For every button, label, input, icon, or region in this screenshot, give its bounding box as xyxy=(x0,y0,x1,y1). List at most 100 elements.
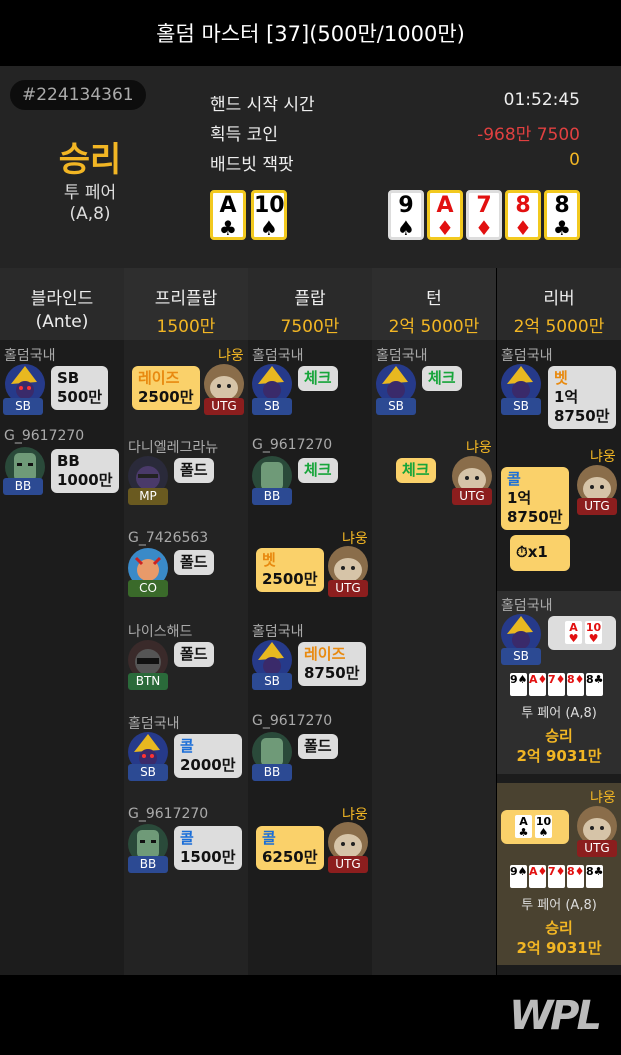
column-header-turn: 턴 2억 5000만 xyxy=(372,268,496,340)
position-badge: UTG xyxy=(577,498,617,515)
board-card: 9 ♠ xyxy=(388,190,424,240)
position-badge: BB xyxy=(252,764,292,781)
action-bubble: 레이즈 8750만 xyxy=(298,642,366,686)
shown-card: A ♣ xyxy=(515,815,532,838)
column-header-blinds: 블라인드 (Ante) xyxy=(0,268,124,340)
position-badge: UTG xyxy=(328,856,368,873)
showdown-amount: 2억 9031만 xyxy=(516,747,602,765)
player-name: G_9617270 xyxy=(252,713,333,729)
player-name: 홀덤국내 xyxy=(4,348,56,364)
footer: WPL xyxy=(0,975,621,1055)
board-mini-card: 9♠ xyxy=(510,865,528,888)
position-badge: SB xyxy=(501,398,541,415)
player-name: 냐웅 xyxy=(590,449,616,465)
position-badge: SB xyxy=(252,398,292,415)
position-badge: CO xyxy=(128,580,168,597)
wpl-logo: WPL xyxy=(509,993,602,1039)
player-name: G_7426563 xyxy=(128,530,209,546)
showdown-hand: 투 페어 (A,8) xyxy=(521,898,597,913)
coin-value: -968만 7500 xyxy=(477,125,580,145)
position-badge: BB xyxy=(3,478,43,495)
player-name: 홀덤국내 xyxy=(128,716,180,732)
action-bubble: 폴드 xyxy=(174,550,214,575)
player-name: 홀덤국내 xyxy=(252,348,304,364)
board-mini-card: 8♣ xyxy=(586,865,604,888)
start-time-label: 핸드 시작 시간 xyxy=(210,95,315,115)
window-title: 홀덤 마스터 [37](500만/1000만) xyxy=(156,22,465,46)
jackpot-row: 배드빗 잭팟 0 xyxy=(210,150,580,175)
board-mini-card: 9♠ xyxy=(510,673,528,696)
start-time-row: 핸드 시작 시간 01:52:45 xyxy=(210,90,580,115)
hand-summary: #224134361 승리 투 페어 (A,8) 핸드 시작 시간 01:52:4… xyxy=(0,66,621,268)
position-badge: UTG xyxy=(204,398,244,415)
player-name: 냐웅 xyxy=(342,531,368,547)
column-header-flop: 플랍 7500만 xyxy=(248,268,372,340)
board-card: 8 ♦ xyxy=(505,190,541,240)
player-name: G_9617270 xyxy=(252,437,333,453)
position-badge: SB xyxy=(501,648,541,665)
position-badge: UTG xyxy=(452,488,492,505)
action-bubble: 콜 2000만 xyxy=(174,734,242,778)
shown-card: 10 ♥ xyxy=(585,621,602,645)
action-bubble: 콜 1억 8750만 xyxy=(501,467,569,530)
coin-label: 획득 코인 xyxy=(210,125,278,145)
showdown-result: 승리 xyxy=(545,919,573,937)
hand-id: #224134361 xyxy=(10,80,146,110)
position-badge: BB xyxy=(128,856,168,873)
column-header-preflop: 프리플랍 1500만 xyxy=(124,268,248,340)
action-bubble: 체크 xyxy=(422,366,462,391)
position-badge: SB xyxy=(252,673,292,690)
action-bubble: 체크 xyxy=(298,366,338,391)
position-badge: BTN xyxy=(128,673,168,690)
action-bubble: BB 1000만 xyxy=(51,449,119,493)
player-name: G_9617270 xyxy=(128,806,209,822)
player-name: 냐웅 xyxy=(590,790,616,806)
showdown-cards-bubble xyxy=(548,616,616,650)
player-name: 냐웅 xyxy=(342,807,368,823)
board-mini-card: 8♦ xyxy=(567,673,585,696)
player-name: 홀덤국내 xyxy=(501,598,553,614)
player-name: G_9617270 xyxy=(4,428,85,444)
hole-card: 10 ♠ xyxy=(251,190,287,240)
shown-card: A ♥ xyxy=(565,621,582,644)
jackpot-label: 배드빗 잭팟 xyxy=(210,155,294,175)
action-bubble: SB 500만 xyxy=(51,366,109,410)
board-mini-card: 8♣ xyxy=(586,673,604,696)
action-bubble: 레이즈 2500만 xyxy=(132,366,200,410)
result-label: 승리 xyxy=(58,140,122,180)
player-name: 냐웅 xyxy=(466,440,492,456)
position-badge: MP xyxy=(128,488,168,505)
position-badge: SB xyxy=(376,398,416,415)
coin-row: 획득 코인 -968만 7500 xyxy=(210,120,580,145)
action-bubble: 콜 6250만 xyxy=(256,826,324,870)
board-card: A ♦ xyxy=(427,190,463,240)
player-name: 홀덤국내 xyxy=(376,348,428,364)
start-time-value: 01:52:45 xyxy=(503,90,580,110)
board-mini-card: 7♦ xyxy=(548,865,566,888)
player-name: 냐웅 xyxy=(218,348,244,364)
result-hand-rank: 투 페어 xyxy=(63,183,117,203)
stopwatch-icon: ⏱ xyxy=(516,543,528,561)
board-mini-card: 7♦ xyxy=(548,673,566,696)
board-mini-card: 8♦ xyxy=(567,865,585,888)
hand-history-screen: { "title":"홀덤 마스터 [37](500만/1000만)", "ha… xyxy=(0,0,621,1055)
hole-card: A ♣ xyxy=(210,190,246,240)
position-badge: SB xyxy=(3,398,43,415)
showdown-hand: 투 페어 (A,8) xyxy=(521,706,597,721)
action-bubble: 벳 1억 8750만 xyxy=(548,366,616,429)
position-badge: UTG xyxy=(328,580,368,597)
timebank-badge: ⏱x1 xyxy=(510,535,570,571)
action-bubble: 폴드 xyxy=(174,458,214,483)
shown-card: 10 ♠ xyxy=(535,815,552,839)
player-name: 나이스해드 xyxy=(128,624,193,640)
turn-column xyxy=(372,340,496,975)
position-badge: SB xyxy=(128,764,168,781)
position-badge: UTG xyxy=(577,840,617,857)
showdown-amount: 2억 9031만 xyxy=(516,939,602,957)
action-bubble: 체크 xyxy=(396,458,436,483)
board-card: 8 ♣ xyxy=(544,190,580,240)
position-badge: BB xyxy=(252,488,292,505)
action-bubble: 폴드 xyxy=(298,734,338,759)
action-bubble: 체크 xyxy=(298,458,338,483)
action-bubble: 콜 1500만 xyxy=(174,826,242,870)
